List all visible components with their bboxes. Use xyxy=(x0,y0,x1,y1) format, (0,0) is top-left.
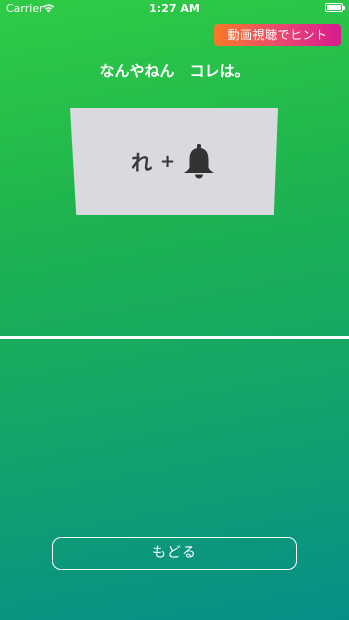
status-bar: Carrier 1:27 AM xyxy=(0,0,349,18)
puzzle-card: れ + xyxy=(70,108,278,215)
puzzle-content: れ + xyxy=(70,108,278,215)
question-title: なんやねん コレは。 xyxy=(99,62,250,80)
battery-icon xyxy=(325,3,345,12)
clock-time: 1:27 AM xyxy=(149,2,200,15)
bell-icon xyxy=(184,143,215,178)
puzzle-character: れ xyxy=(130,150,152,175)
back-button[interactable]: もどる xyxy=(52,537,297,570)
divider-line xyxy=(0,336,349,339)
video-hint-button[interactable]: 動画視聴でヒント xyxy=(214,24,341,46)
puzzle-plus-sign: + xyxy=(159,151,176,172)
